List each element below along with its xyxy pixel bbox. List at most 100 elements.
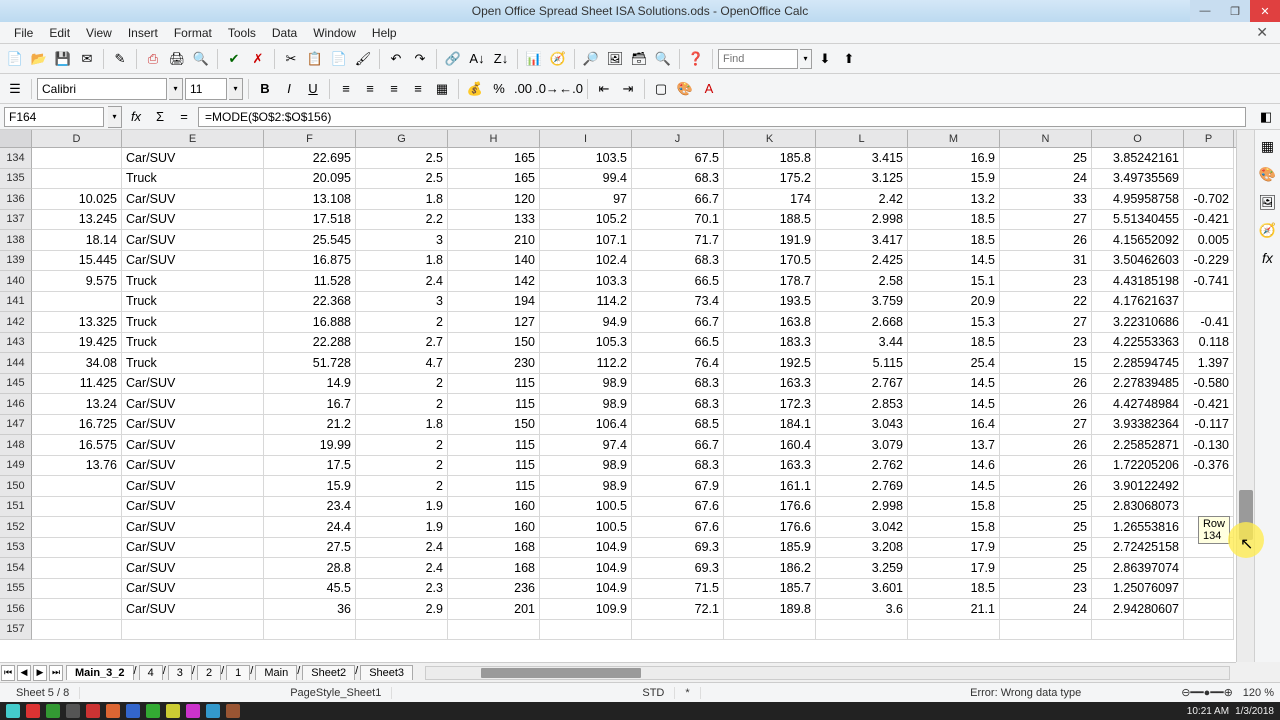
- cell[interactable]: 114.2: [540, 292, 632, 313]
- cell[interactable]: 2.769: [816, 476, 908, 497]
- cell[interactable]: 66.5: [632, 333, 724, 354]
- menu-data[interactable]: Data: [264, 26, 305, 40]
- cell[interactable]: Truck: [122, 353, 264, 374]
- cell[interactable]: 112.2: [540, 353, 632, 374]
- cell[interactable]: 236: [448, 579, 540, 600]
- cell[interactable]: 127: [448, 312, 540, 333]
- indent-dec-icon[interactable]: ⇤: [593, 78, 615, 100]
- cell[interactable]: 2.4: [356, 271, 448, 292]
- cell[interactable]: [356, 620, 448, 641]
- col-header-F[interactable]: F: [264, 130, 356, 147]
- styles-icon[interactable]: ☰: [4, 78, 26, 100]
- cell[interactable]: 4.95958758: [1092, 189, 1184, 210]
- cell[interactable]: 3.601: [816, 579, 908, 600]
- cell[interactable]: 3.043: [816, 415, 908, 436]
- sheet-tab[interactable]: Main: [255, 665, 297, 680]
- cell[interactable]: 3.208: [816, 538, 908, 559]
- font-name-dropdown[interactable]: ▾: [169, 78, 183, 100]
- cell[interactable]: Car/SUV: [122, 497, 264, 518]
- cell[interactable]: Car/SUV: [122, 435, 264, 456]
- cell[interactable]: 98.9: [540, 394, 632, 415]
- properties-icon[interactable]: ▦: [1258, 136, 1278, 156]
- spellcheck-icon[interactable]: ✔: [223, 48, 245, 70]
- cell[interactable]: 66.7: [632, 435, 724, 456]
- help-icon[interactable]: ❓: [685, 48, 707, 70]
- cell[interactable]: 2.28594745: [1092, 353, 1184, 374]
- cell[interactable]: 14.5: [908, 374, 1000, 395]
- cell[interactable]: 3.49735569: [1092, 169, 1184, 190]
- row-header[interactable]: 134: [0, 148, 32, 169]
- horizontal-scrollbar[interactable]: [425, 666, 1230, 680]
- cell[interactable]: 2: [356, 435, 448, 456]
- cell[interactable]: [908, 620, 1000, 641]
- col-header-J[interactable]: J: [632, 130, 724, 147]
- cell[interactable]: 103.5: [540, 148, 632, 169]
- row-header[interactable]: 141: [0, 292, 32, 313]
- edit-file-icon[interactable]: ✎: [109, 48, 131, 70]
- cell[interactable]: 98.9: [540, 456, 632, 477]
- row-header[interactable]: 148: [0, 435, 32, 456]
- cell[interactable]: 36: [264, 599, 356, 620]
- cell[interactable]: 13.24: [32, 394, 122, 415]
- datasource-icon[interactable]: 🗃: [628, 48, 650, 70]
- zoom-value[interactable]: 120 %: [1243, 687, 1274, 699]
- equals-icon[interactable]: =: [174, 107, 194, 127]
- row-header[interactable]: 137: [0, 210, 32, 231]
- cell[interactable]: 1.8: [356, 189, 448, 210]
- cell[interactable]: 23: [1000, 579, 1092, 600]
- start-icon[interactable]: [6, 704, 20, 718]
- cell[interactable]: 3.759: [816, 292, 908, 313]
- cell[interactable]: 2.72425158: [1092, 538, 1184, 559]
- cell[interactable]: Car/SUV: [122, 517, 264, 538]
- cell[interactable]: 4.43185198: [1092, 271, 1184, 292]
- cell[interactable]: 66.7: [632, 312, 724, 333]
- menu-tools[interactable]: Tools: [220, 26, 264, 40]
- cell[interactable]: 14.6: [908, 456, 1000, 477]
- cell[interactable]: 68.3: [632, 374, 724, 395]
- cell[interactable]: 14.5: [908, 476, 1000, 497]
- zoom-icon[interactable]: 🔍: [652, 48, 674, 70]
- cell[interactable]: 66.7: [632, 189, 724, 210]
- copy-icon[interactable]: 📋: [304, 48, 326, 70]
- cell[interactable]: 2.25852871: [1092, 435, 1184, 456]
- cell[interactable]: [32, 579, 122, 600]
- cell[interactable]: 68.3: [632, 456, 724, 477]
- cell[interactable]: 23: [1000, 271, 1092, 292]
- cell[interactable]: [1184, 558, 1234, 579]
- sheet-tab[interactable]: 3: [168, 665, 192, 680]
- cell[interactable]: 72.1: [632, 599, 724, 620]
- cell[interactable]: Car/SUV: [122, 374, 264, 395]
- cell[interactable]: 4.15652092: [1092, 230, 1184, 251]
- col-header-G[interactable]: G: [356, 130, 448, 147]
- menu-file[interactable]: File: [6, 26, 41, 40]
- sidebar-toggle-icon[interactable]: ◧: [1256, 107, 1276, 127]
- sort-asc-icon[interactable]: A↓: [466, 48, 488, 70]
- task-app-icon[interactable]: [26, 704, 40, 718]
- cell[interactable]: [1184, 497, 1234, 518]
- cell[interactable]: Car/SUV: [122, 579, 264, 600]
- cell[interactable]: [632, 620, 724, 641]
- cell[interactable]: [448, 620, 540, 641]
- cell[interactable]: 170.5: [724, 251, 816, 272]
- gallery-icon[interactable]: 🖼: [604, 48, 626, 70]
- hyperlink-icon[interactable]: 🔗: [442, 48, 464, 70]
- cell[interactable]: 25: [1000, 538, 1092, 559]
- cell[interactable]: 120: [448, 189, 540, 210]
- cell[interactable]: 15.9: [264, 476, 356, 497]
- cell[interactable]: Car/SUV: [122, 599, 264, 620]
- undo-icon[interactable]: ↶: [385, 48, 407, 70]
- cell[interactable]: 97.4: [540, 435, 632, 456]
- cell[interactable]: 2.762: [816, 456, 908, 477]
- cell[interactable]: [1184, 169, 1234, 190]
- cell[interactable]: 4.7: [356, 353, 448, 374]
- cell[interactable]: 16.575: [32, 435, 122, 456]
- cell[interactable]: 2.4: [356, 538, 448, 559]
- paste-icon[interactable]: 📄: [328, 48, 350, 70]
- task-app-icon[interactable]: [106, 704, 120, 718]
- cell[interactable]: 99.4: [540, 169, 632, 190]
- styles-panel-icon[interactable]: 🎨: [1258, 164, 1278, 184]
- cell[interactable]: [264, 620, 356, 641]
- merge-icon[interactable]: ▦: [431, 78, 453, 100]
- cell[interactable]: 68.5: [632, 415, 724, 436]
- row-header[interactable]: 153: [0, 538, 32, 559]
